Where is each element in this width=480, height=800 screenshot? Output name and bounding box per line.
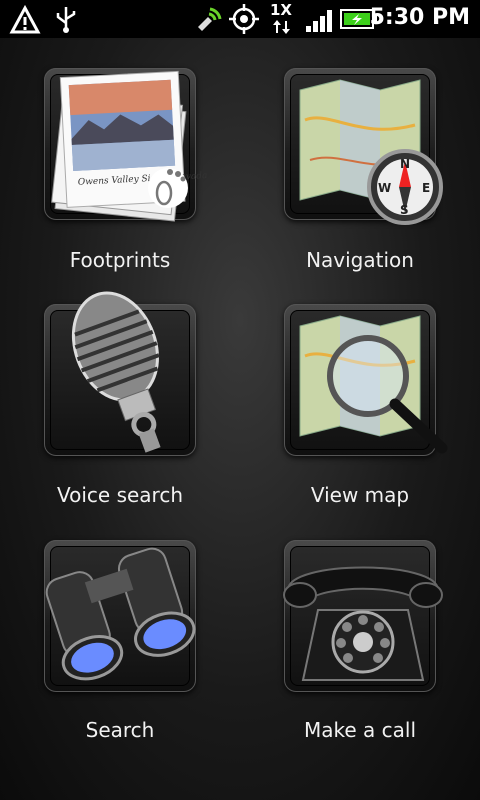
network-arrows-icon xyxy=(273,20,290,34)
compass-north: N xyxy=(400,157,410,171)
warning-icon xyxy=(9,4,41,34)
network-type-label: 1X xyxy=(270,1,293,19)
compass-west: W xyxy=(378,181,391,195)
app-label-navigation[interactable]: Navigation xyxy=(240,248,480,272)
status-time: 5:30 PM xyxy=(369,5,470,30)
compass-east: E xyxy=(422,181,430,195)
status-bar: 1X 5:30 PM xyxy=(0,0,480,38)
app-label-view-map[interactable]: View map xyxy=(240,483,480,507)
microphone-icon xyxy=(71,291,161,453)
map-magnifier-icon xyxy=(299,315,448,454)
binoculars-icon xyxy=(45,547,196,681)
app-label-footprints[interactable]: Footprints xyxy=(0,248,240,272)
satellite-icon xyxy=(198,7,222,31)
app-label-voice-search[interactable]: Voice search xyxy=(0,483,240,507)
usb-icon xyxy=(56,7,76,33)
compass-south: S xyxy=(400,203,409,217)
app-grid: Owens Valley Sierra Nevada Footprints N … xyxy=(0,38,480,800)
app-label-search[interactable]: Search xyxy=(0,718,240,742)
footprint-icon xyxy=(148,168,188,208)
map-compass-icon: N E S W xyxy=(299,79,443,225)
photo-stack-icon: Owens Valley Sierra Nevada xyxy=(51,70,208,222)
compass-icon: N E S W xyxy=(367,149,443,225)
rotary-phone-icon xyxy=(283,566,443,681)
signal-icon xyxy=(306,10,332,32)
app-label-make-a-call[interactable]: Make a call xyxy=(240,718,480,742)
gps-icon xyxy=(229,4,259,34)
